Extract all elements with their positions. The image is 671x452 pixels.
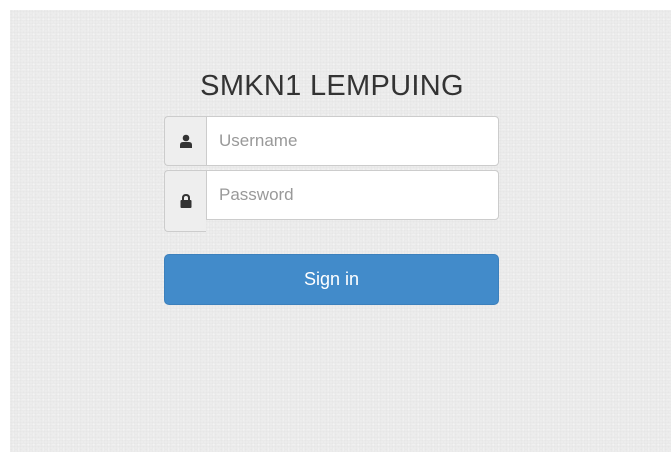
lock-icon	[164, 170, 206, 232]
page-title: SMKN1 LEMPUING	[200, 70, 464, 102]
username-field[interactable]	[206, 116, 499, 166]
password-field[interactable]	[206, 170, 499, 220]
password-input-group	[164, 170, 499, 232]
sign-in-button[interactable]: Sign in	[164, 254, 499, 305]
user-icon	[164, 116, 206, 166]
username-input-group	[164, 116, 499, 166]
